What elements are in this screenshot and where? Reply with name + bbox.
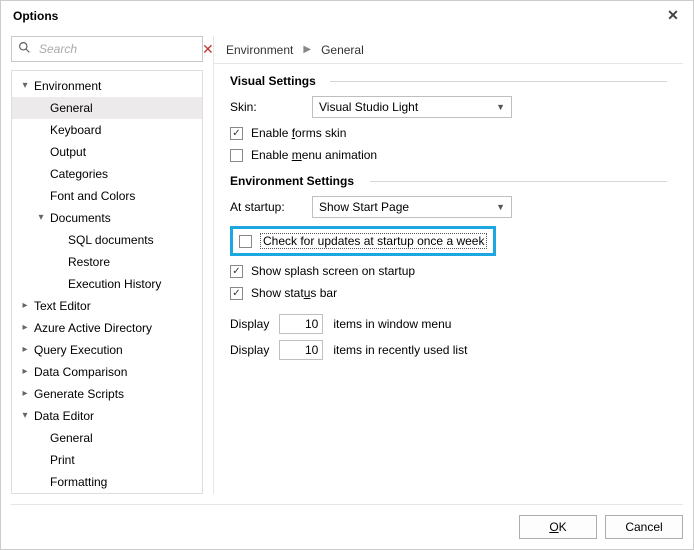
- chevron-right-icon: ▶: [303, 44, 311, 55]
- tree-node-env-documents[interactable]: ▾Documents ▸SQL documents ▸Restore ▸Exec…: [12, 207, 202, 295]
- tree-node-env-general[interactable]: ▸General: [12, 97, 202, 119]
- tree-node-env-categories[interactable]: ▸Categories: [12, 163, 202, 185]
- check-updates-highlight: Check for updates at startup once a week: [230, 226, 496, 256]
- ok-button[interactable]: OK: [519, 515, 597, 539]
- dialog-buttons: OK Cancel: [11, 504, 683, 539]
- window-menu-items-input[interactable]: [279, 314, 323, 334]
- at-startup-label: At startup:: [230, 200, 302, 214]
- window-title: Options: [13, 9, 58, 23]
- tree-node-env-font-colors[interactable]: ▸Font and Colors: [12, 185, 202, 207]
- tree-node-sql-documents[interactable]: ▸SQL documents: [12, 229, 202, 251]
- cancel-button[interactable]: Cancel: [605, 515, 683, 539]
- enable-forms-skin-checkbox[interactable]: [230, 127, 243, 140]
- search-input[interactable]: [37, 41, 196, 57]
- enable-menu-animation-label: Enable menu animation: [251, 148, 377, 162]
- group-title-env: Environment Settings: [230, 174, 360, 188]
- tree-node-aad[interactable]: ▸Azure Active Directory: [12, 317, 202, 339]
- options-tree: ▾Environment ▸General ▸Keyboard ▸Output …: [11, 70, 203, 494]
- at-startup-dropdown[interactable]: Show Start Page ▼: [312, 196, 512, 218]
- show-splash-checkbox[interactable]: [230, 265, 243, 278]
- display-label-2: Display: [230, 343, 269, 357]
- tree-node-execution-history[interactable]: ▸Execution History: [12, 273, 202, 295]
- close-icon[interactable]: ✕: [663, 7, 683, 24]
- enable-menu-animation-checkbox[interactable]: [230, 149, 243, 162]
- clear-search-icon[interactable]: ✕: [202, 41, 214, 58]
- recent-suffix: items in recently used list: [333, 343, 467, 357]
- show-statusbar-label: Show status bar: [251, 286, 337, 300]
- enable-forms-skin-label: Enable forms skin: [251, 126, 346, 140]
- show-statusbar-checkbox[interactable]: [230, 287, 243, 300]
- check-updates-checkbox[interactable]: [239, 235, 252, 248]
- chevron-down-icon: ▼: [496, 102, 505, 112]
- group-title-visual: Visual Settings: [230, 74, 322, 88]
- breadcrumb: Environment ▶ General: [214, 36, 683, 64]
- recent-items-input[interactable]: [279, 340, 323, 360]
- tree-node-de-formatting[interactable]: ▸Formatting: [12, 471, 202, 493]
- skin-label: Skin:: [230, 100, 302, 114]
- tree-node-de-print[interactable]: ▸Print: [12, 449, 202, 471]
- tree-node-env-output[interactable]: ▸Output: [12, 141, 202, 163]
- tree-node-data-editor[interactable]: ▾Data Editor ▸General ▸Print ▸Formatting: [12, 405, 202, 493]
- search-icon: [18, 41, 31, 57]
- tree-node-generate-scripts[interactable]: ▸Generate Scripts: [12, 383, 202, 405]
- skin-dropdown-value: Visual Studio Light: [319, 100, 418, 114]
- check-updates-label: Check for updates at startup once a week: [260, 233, 487, 249]
- titlebar: Options ✕: [1, 1, 693, 28]
- group-visual-settings: Visual Settings Skin: Visual Studio Ligh…: [230, 74, 667, 162]
- chevron-down-icon: ▼: [496, 202, 505, 212]
- tree-node-data-comparison[interactable]: ▸Data Comparison: [12, 361, 202, 383]
- tree-node-environment[interactable]: ▾Environment ▸General ▸Keyboard ▸Output …: [12, 75, 202, 295]
- at-startup-value: Show Start Page: [319, 200, 409, 214]
- skin-dropdown[interactable]: Visual Studio Light ▼: [312, 96, 512, 118]
- breadcrumb-level2[interactable]: General: [321, 43, 364, 57]
- display-label-1: Display: [230, 317, 269, 331]
- tree-node-restore[interactable]: ▸Restore: [12, 251, 202, 273]
- show-splash-label: Show splash screen on startup: [251, 264, 415, 278]
- tree-node-env-keyboard[interactable]: ▸Keyboard: [12, 119, 202, 141]
- tree-node-de-general[interactable]: ▸General: [12, 427, 202, 449]
- group-environment-settings: Environment Settings At startup: Show St…: [230, 174, 667, 360]
- tree-node-query-execution[interactable]: ▸Query Execution: [12, 339, 202, 361]
- window-menu-suffix: items in window menu: [333, 317, 451, 331]
- tree-node-text-editor[interactable]: ▸Text Editor: [12, 295, 202, 317]
- search-box[interactable]: ✕: [11, 36, 203, 62]
- breadcrumb-level1[interactable]: Environment: [226, 43, 293, 57]
